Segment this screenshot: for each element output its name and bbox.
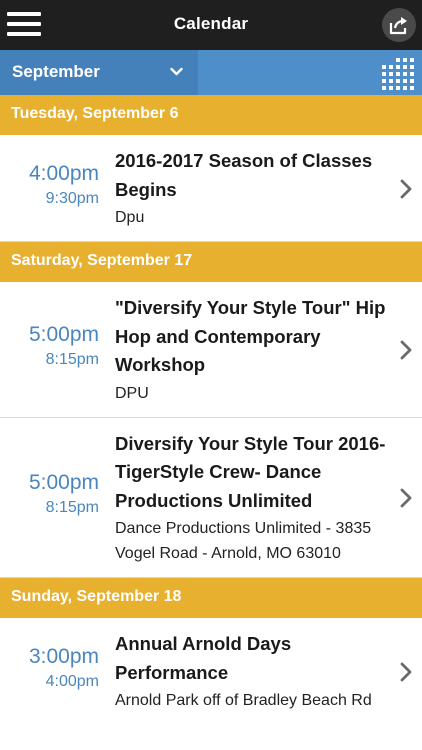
event-title-line: Diversify Your Style Tour 2016-: [115, 432, 386, 454]
event-end-time: 8:15pm: [45, 498, 99, 516]
event-location-line: DPU: [115, 384, 149, 402]
day-header: Sunday, September 18: [0, 578, 422, 618]
event-start-time: 5:00pm: [28, 470, 99, 494]
event-location: DPU: [115, 381, 393, 406]
event-location-line: Arnold Park off of Bradley Beach Rd: [115, 692, 372, 709]
event-title: 2016-2017 Season of Classes Begins: [115, 147, 393, 204]
event-title-line: Begins: [115, 178, 177, 200]
event-row[interactable]: 5:00pm 8:15pm "Diversify Your Style Tour" …: [0, 282, 422, 418]
event-title-line: Hop and Contemporary: [115, 325, 321, 347]
event-row[interactable]: 5:00pm 8:15pm Diversify Your Style Tour 20…: [0, 417, 422, 578]
event-info: 2016-2017 Season of Classes Begins Dpu: [115, 147, 393, 230]
top-bar: Calendar: [0, 0, 422, 50]
day-header: Tuesday, September 6: [0, 95, 422, 135]
event-title-line: "Diversify Your Style Tour" Hip: [115, 297, 386, 318]
month-bar: September: [0, 50, 422, 95]
event-location-line: Vogel Road - Arnold, MO 63010: [115, 545, 341, 562]
event-times: 5:00pm 8:15pm: [0, 323, 99, 369]
event-title-line: Performance: [115, 661, 229, 683]
chevron-right-icon: [400, 488, 412, 508]
event-title: Annual Arnold Days Performance: [115, 630, 393, 687]
event-info: Annual Arnold Days Performance Arnold Park…: [115, 630, 393, 713]
event-row[interactable]: 3:00pm 4:00pm Annual Arnold Days Performanc…: [0, 618, 422, 725]
event-title-line: TigerStyle Crew- Dance: [115, 461, 322, 482]
event-location: Dpu: [115, 205, 393, 230]
event-title-line: 2016-2017 Season of Classes: [115, 150, 373, 171]
event-start-time: 3:00pm: [28, 644, 99, 668]
chevron-right-icon: [400, 662, 412, 681]
event-start-time: 4:00pm: [28, 161, 99, 185]
event-list: Tuesday, September 6 4:00pm 9:30pm 2016-201…: [0, 95, 422, 725]
month-dropdown[interactable]: September: [0, 50, 198, 95]
event-row[interactable]: 4:00pm 9:30pm 2016-2017 Season of Classes B…: [0, 135, 422, 242]
calendar-grid-icon[interactable]: [380, 55, 414, 91]
event-title-line: Workshop: [115, 354, 206, 375]
event-location: Dance Productions Unlimited - 3835 Vogel …: [115, 516, 393, 566]
event-info: "Diversify Your Style Tour" Hip Hop and C…: [115, 294, 393, 406]
event-times: 3:00pm 4:00pm: [0, 645, 99, 691]
chevron-right-icon: [400, 179, 412, 198]
selected-month: September: [12, 62, 100, 81]
event-end-time: 4:00pm: [45, 672, 99, 690]
event-location: Arnold Park off of Bradley Beach Rd: [115, 688, 393, 713]
event-info: Diversify Your Style Tour 2016- TigerStyl…: [115, 430, 393, 567]
day-header: Saturday, September 17: [0, 242, 422, 282]
event-title: Diversify Your Style Tour 2016- TigerStyl…: [115, 430, 393, 516]
event-title-line: Annual Arnold Days: [115, 633, 292, 654]
event-location-line: Dance Productions Unlimited - 3835: [115, 520, 372, 537]
event-start-time: 5:00pm: [28, 322, 99, 346]
share-button[interactable]: [382, 8, 416, 42]
event-location-line: Dpu: [115, 209, 145, 226]
event-title-line: Productions Unlimited: [115, 489, 313, 511]
event-title: "Diversify Your Style Tour" Hip Hop and C…: [115, 294, 393, 380]
share-icon: [389, 17, 407, 35]
chevron-down-icon: [170, 67, 183, 76]
page-title: Calendar: [173, 14, 249, 33]
chevron-right-icon: [400, 340, 412, 360]
event-end-time: 9:30pm: [45, 189, 99, 207]
event-times: 4:00pm 9:30pm: [0, 162, 99, 208]
event-times: 5:00pm 8:15pm: [0, 471, 99, 517]
event-end-time: 8:15pm: [45, 350, 99, 368]
